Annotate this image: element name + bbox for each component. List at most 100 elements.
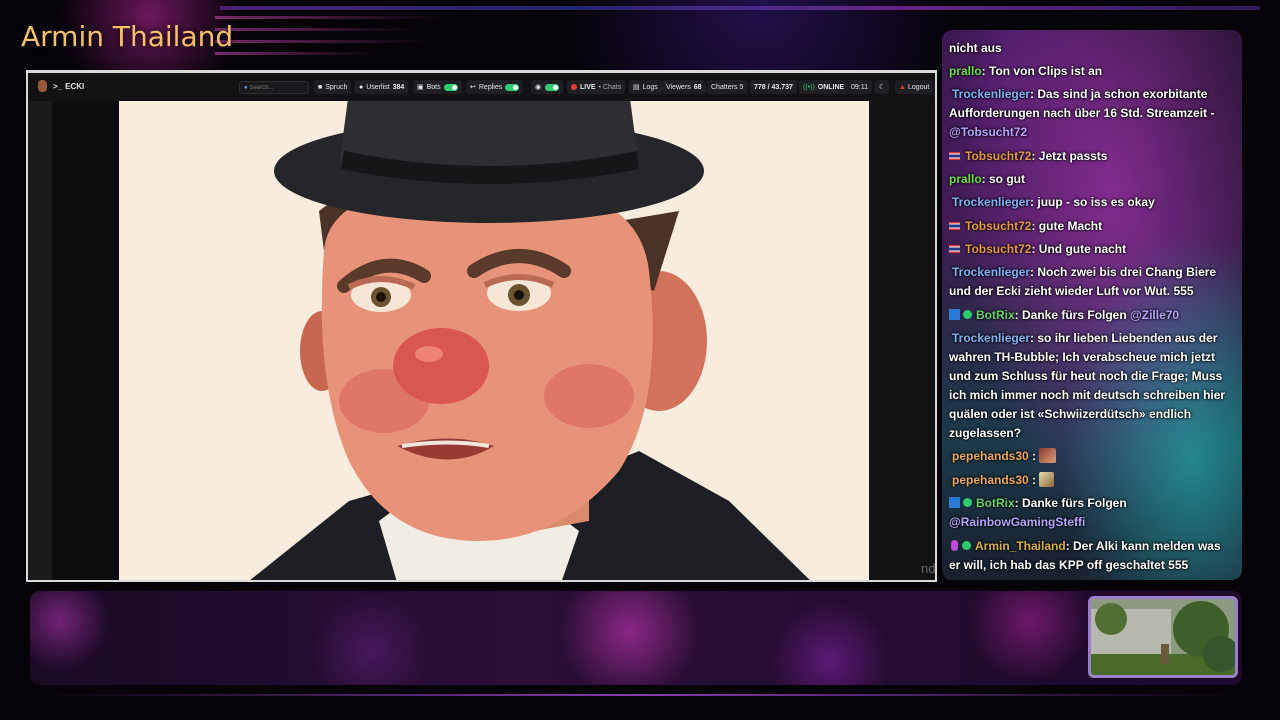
userlist-button[interactable]: ● Userlist 384 <box>355 80 409 94</box>
chat-mention[interactable]: @Zille70 <box>1130 308 1179 322</box>
chat-message: BotRix: Danke fürs Folgen @RainbowGaming… <box>949 494 1235 532</box>
chat-username[interactable]: Trockenlieger <box>952 331 1030 345</box>
chat-username[interactable]: BotRix <box>976 496 1015 510</box>
online-icon: ((•)) <box>803 83 815 91</box>
thai-flag-icon <box>949 245 960 253</box>
chat-message: Tobsucht72: Jetzt passts <box>949 147 1235 166</box>
live-label: LIVE <box>580 83 596 91</box>
chat-message: prallo: Ton von Clips ist an <box>949 62 1235 81</box>
thai-flag-icon <box>949 222 960 230</box>
bots-label: Bots <box>426 83 441 91</box>
chat-message: prallo: so gut <box>949 170 1235 189</box>
message-text: : so gut <box>981 172 1025 186</box>
chat-username[interactable]: Tobsucht72 <box>965 219 1031 233</box>
chat-message-list[interactable]: nicht aus prallo: Ton von Clips ist an T… <box>942 30 1242 580</box>
thai-flag-icon <box>949 152 960 160</box>
chat-message: BotRix: Danke fürs Folgen @Zille70 <box>949 306 1235 325</box>
tts-switch[interactable] <box>545 83 560 91</box>
user-icon: ● <box>359 83 364 91</box>
emote-icon <box>1039 448 1057 463</box>
message-text: : Ton von Clips ist an <box>981 64 1103 78</box>
online-label: ONLINE <box>817 83 845 91</box>
live-dot-icon <box>571 84 577 90</box>
cartoon-man-illustration <box>119 101 869 580</box>
moon-icon: ☾ <box>879 84 886 91</box>
chat-username[interactable]: Trockenlieger <box>952 265 1030 279</box>
chat-username[interactable]: Trockenlieger <box>952 87 1030 101</box>
chat-message: Armin_Thailand: Der Alki kann melden was… <box>949 537 1235 575</box>
bot-badge-icon <box>949 309 960 320</box>
chat-username[interactable]: Tobsucht72 <box>965 242 1031 256</box>
dashboard-right-gutter <box>869 101 935 580</box>
chat-mention[interactable]: @Tobsucht72 <box>949 125 1027 139</box>
message-text: : Und gute nacht <box>1031 242 1127 256</box>
webcam-scene <box>1091 599 1235 675</box>
replies-switch[interactable] <box>505 83 520 91</box>
chat-username[interactable]: BotRix <box>976 308 1015 322</box>
chats-label: • Chats <box>598 83 622 91</box>
title-stripe <box>215 52 375 55</box>
chat-message: Trockenlieger: juup - so iss es okay <box>949 193 1235 212</box>
replies-toggle[interactable]: ↩ Replies <box>466 80 524 94</box>
search-icon: ● <box>244 84 248 91</box>
chat-username[interactable]: Tobsucht72 <box>965 149 1031 163</box>
channel-title: Armin Thailand <box>21 20 234 53</box>
viewers-stat: Viewers 68 <box>662 80 706 94</box>
tts-toggle[interactable]: ◉ <box>531 80 564 94</box>
terminal-icon: >_ <box>53 81 63 91</box>
replies-label: Replies <box>478 83 503 91</box>
search-box[interactable]: ● <box>239 81 309 94</box>
bots-switch[interactable] <box>443 83 458 91</box>
search-input[interactable] <box>249 84 306 91</box>
chat-panel[interactable]: nicht aus prallo: Ton von Clips ist an T… <box>942 30 1242 580</box>
chat-username[interactable]: Armin_Thailand <box>975 539 1066 553</box>
theme-toggle[interactable]: ☾ <box>875 80 890 94</box>
viewers-label: Viewers <box>666 83 691 91</box>
message-text: nicht aus <box>949 41 1002 55</box>
title-stripe <box>215 16 445 19</box>
chat-message: Trockenlieger: Das sind ja schon exorbit… <box>949 85 1235 142</box>
chat-username[interactable]: Trockenlieger <box>952 195 1030 209</box>
chat-message: Tobsucht72: Und gute nacht <box>949 240 1235 259</box>
emote-icon <box>1039 472 1055 487</box>
title-stripe <box>215 28 415 31</box>
dashboard-sidebar <box>28 101 52 580</box>
message-text: : <box>1028 449 1037 463</box>
message-text: : juup - so iss es okay <box>1030 195 1155 209</box>
live-chats-button[interactable]: LIVE • Chats <box>567 80 626 94</box>
logout-label: Logout <box>907 83 930 91</box>
chat-mention[interactable]: @RainbowGamingSteffi <box>949 515 1085 529</box>
chat-username[interactable]: pepehands30 <box>952 449 1029 463</box>
title-stripe <box>215 40 430 43</box>
chat-username[interactable]: pepehands30 <box>952 473 1029 487</box>
userlist-count: 384 <box>392 83 405 91</box>
speaker-icon: ◉ <box>535 84 542 91</box>
chat-username[interactable]: prallo <box>949 64 982 78</box>
logs-button[interactable]: ▤ Logs <box>629 80 662 94</box>
message-text: : gute Macht <box>1031 219 1103 233</box>
viewers-count: 68 <box>693 83 702 91</box>
mic-badge-icon <box>951 540 958 551</box>
dashboard-toolbar: >_ ECKI ● ■ Spruch ● Userlist 384 ▣ Bots… <box>28 73 935 101</box>
chat-message: pepehands30 : <box>949 447 1235 466</box>
verified-badge-icon <box>963 310 972 319</box>
verified-badge-icon <box>962 541 971 550</box>
verified-badge-icon <box>963 498 972 507</box>
logout-button[interactable]: ▲ Logout <box>895 80 934 94</box>
clock: 09:11 <box>847 80 872 94</box>
message-text: : <box>1028 473 1037 487</box>
message-text: : Danke fürs Folgen <box>1014 496 1127 510</box>
bottom-accent-line <box>40 694 1240 696</box>
dashboard-window: >_ ECKI ● ■ Spruch ● Userlist 384 ▣ Bots… <box>26 70 937 582</box>
chat-message: pepehands30 : <box>949 471 1235 490</box>
chat-username[interactable]: prallo <box>949 172 982 186</box>
reply-icon: ↩ <box>470 84 476 91</box>
webcam-frame <box>1088 596 1238 678</box>
chatters-stat: Chatters 5 <box>707 80 748 94</box>
bot-icon: ▣ <box>417 84 424 91</box>
spruch-button[interactable]: ■ Spruch <box>314 80 352 94</box>
bottom-decoration-banner <box>30 591 1242 685</box>
bots-toggle[interactable]: ▣ Bots <box>413 80 462 94</box>
brand[interactable]: >_ ECKI <box>38 80 84 92</box>
spruch-label: Spruch <box>325 83 348 91</box>
